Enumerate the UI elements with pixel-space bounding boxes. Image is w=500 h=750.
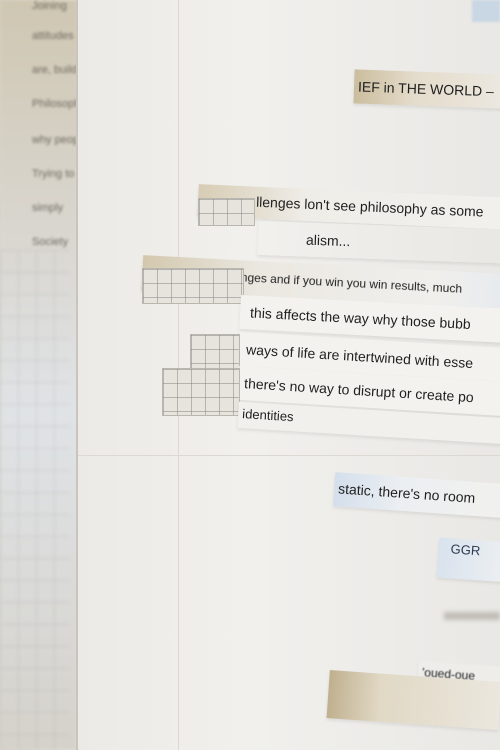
grid-thumbnail xyxy=(162,368,240,416)
photo-scene: Joining attitudes are, build Philosophy … xyxy=(0,0,500,750)
blurred-label: why peop xyxy=(32,134,80,146)
blurred-label: are, build xyxy=(32,64,78,76)
strip-shadow xyxy=(444,612,500,620)
blurred-label: simply xyxy=(32,202,64,214)
blurred-corner-patch xyxy=(472,0,500,22)
grid-thumbnail xyxy=(198,198,255,226)
blurred-label: Joining xyxy=(32,0,67,12)
strip-text: alism... xyxy=(305,231,351,250)
header-strip-text: IEF in THE WORLD – xyxy=(357,78,495,100)
grid-thumbnail xyxy=(142,268,244,304)
header-strip: IEF in THE WORLD – xyxy=(353,69,500,109)
blurred-label-column: Joining attitudes are, build Philosophy … xyxy=(32,0,86,260)
blurred-label: Society xyxy=(32,236,69,248)
strip-text: identities xyxy=(241,406,295,425)
text-strip: GGR xyxy=(436,537,500,583)
blurred-label: Trying to xyxy=(32,168,75,180)
grid-thumbnail xyxy=(190,334,240,372)
strip-text: GGR xyxy=(450,541,481,559)
paper-fold-line xyxy=(78,455,500,456)
blurred-label: attitudes xyxy=(32,30,74,42)
blurred-spreadsheet-grid xyxy=(0,250,70,750)
